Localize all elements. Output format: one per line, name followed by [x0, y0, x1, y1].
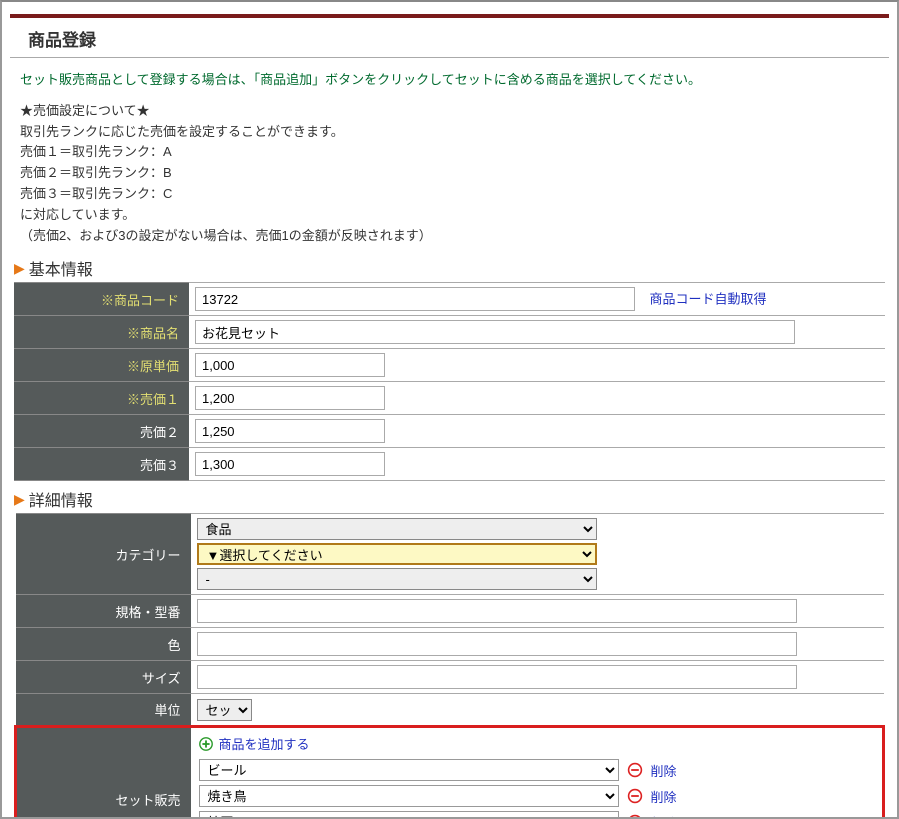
- label-set: セット販売: [16, 727, 191, 819]
- category2-select[interactable]: ▼選択してください: [197, 543, 597, 565]
- price2-input[interactable]: [195, 419, 385, 443]
- label-name: ※商品名: [14, 316, 189, 349]
- label-price2: 売価２: [14, 415, 189, 448]
- label-code: ※商品コード: [14, 283, 189, 316]
- page-title: 商品登録: [10, 18, 889, 58]
- pricing-line: 売価２＝取引先ランク：B: [20, 163, 879, 184]
- description-set-note: セット販売商品として登録する場合は、「商品追加」ボタンをクリックしてセットに含め…: [20, 70, 879, 91]
- pricing-line: 売価３＝取引先ランク：C: [20, 184, 879, 205]
- label-price3: 売価３: [14, 448, 189, 481]
- label-unit: 単位: [16, 694, 191, 727]
- remove-icon: [627, 762, 643, 778]
- set-item-select[interactable]: 焼き鳥: [199, 785, 619, 807]
- set-item-row: ビール 削除: [199, 759, 875, 781]
- delete-link[interactable]: 削除: [651, 787, 677, 806]
- set-item-select[interactable]: 枝豆: [199, 811, 619, 819]
- detail-info-table: カテゴリー 食品 ▼選択してください - 規格・型番 色 サイズ: [14, 513, 885, 819]
- remove-icon: [627, 814, 643, 819]
- unit-select[interactable]: セット: [197, 699, 252, 721]
- pricing-line: 売価１＝取引先ランク：A: [20, 142, 879, 163]
- basic-info-table: ※商品コード 商品コード自動取得 ※商品名 ※原単価 ※売価１ 売価２ 売価３: [14, 282, 885, 481]
- price3-input[interactable]: [195, 452, 385, 476]
- product-name-input[interactable]: [195, 320, 795, 344]
- category3-select[interactable]: -: [197, 568, 597, 590]
- color-input[interactable]: [197, 632, 797, 656]
- product-code-input[interactable]: [195, 287, 635, 311]
- label-color: 色: [16, 628, 191, 661]
- label-cost: ※原単価: [14, 349, 189, 382]
- delete-link[interactable]: 削除: [651, 813, 677, 819]
- set-item-select[interactable]: ビール: [199, 759, 619, 781]
- size-input[interactable]: [197, 665, 797, 689]
- delete-link[interactable]: 削除: [651, 761, 677, 780]
- label-model: 規格・型番: [16, 595, 191, 628]
- pricing-line: に対応しています。: [20, 205, 879, 226]
- pricing-line: 取引先ランクに応じた売価を設定することができます。: [20, 122, 879, 143]
- section-detail-label: 詳細情報: [29, 487, 93, 511]
- section-detail-header: ▶ 詳細情報: [2, 481, 897, 513]
- cost-input[interactable]: [195, 353, 385, 377]
- pricing-head: ★売価設定について★: [20, 101, 879, 122]
- price1-input[interactable]: [195, 386, 385, 410]
- section-basic-label: 基本情報: [29, 256, 93, 280]
- pricing-line: （売価2、および3の設定がない場合は、売価1の金額が反映されます）: [20, 226, 879, 247]
- description-block: セット販売商品として登録する場合は、「商品追加」ボタンをクリックしてセットに含め…: [2, 58, 897, 250]
- triangle-icon: ▶: [14, 491, 25, 508]
- section-basic-header: ▶ 基本情報: [2, 250, 897, 282]
- remove-icon: [627, 788, 643, 804]
- triangle-icon: ▶: [14, 260, 25, 277]
- set-item-row: 枝豆 削除: [199, 811, 875, 819]
- label-category: カテゴリー: [16, 514, 191, 595]
- add-icon: [199, 737, 213, 751]
- category1-select[interactable]: 食品: [197, 518, 597, 540]
- set-item-row: 焼き鳥 削除: [199, 785, 875, 807]
- auto-code-link[interactable]: 商品コード自動取得: [649, 292, 766, 307]
- label-price1: ※売価１: [14, 382, 189, 415]
- add-item-link[interactable]: 商品を追加する: [219, 734, 310, 753]
- label-size: サイズ: [16, 661, 191, 694]
- model-input[interactable]: [197, 599, 797, 623]
